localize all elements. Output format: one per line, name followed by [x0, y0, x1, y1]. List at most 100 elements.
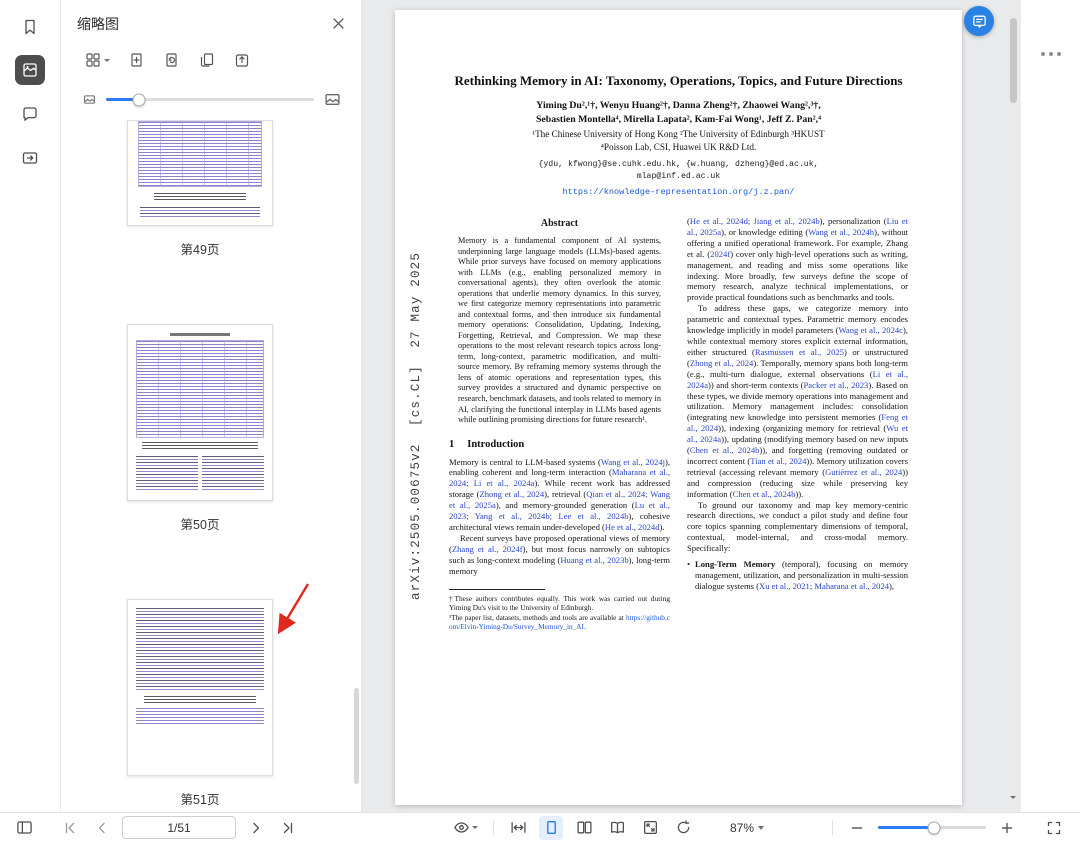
last-page-button[interactable]: [276, 816, 300, 840]
book-icon: [609, 819, 626, 836]
page-preview-text: [136, 708, 264, 724]
chevron-right-icon: [248, 820, 264, 836]
fit-page-icon: [642, 819, 659, 836]
thumbnail-page-49[interactable]: [127, 120, 273, 226]
two-page-view-button[interactable]: [572, 816, 596, 840]
bookmarks-button[interactable]: [15, 12, 45, 42]
zoom-out-button[interactable]: [845, 816, 869, 840]
extract-page-button[interactable]: [232, 50, 252, 70]
ai-assistant-button[interactable]: [964, 6, 994, 36]
panel-toolbar: [83, 50, 252, 70]
plus-icon: [1000, 821, 1014, 835]
page-preview-table: [136, 340, 264, 438]
slider-handle[interactable]: [133, 93, 146, 106]
view-mode-button[interactable]: [83, 50, 112, 70]
fit-width-button[interactable]: [506, 816, 530, 840]
paper-affiliations-line1: ¹The Chinese University of Hong Kong ²Th…: [395, 128, 962, 141]
more-options-button[interactable]: [1037, 48, 1065, 60]
paper-emails-line2: mlap@inf.ed.ac.uk: [395, 171, 962, 184]
paper-emails-line1: {ydu, kfwong}@se.cuhk.edu.hk, {w.huang, …: [395, 159, 962, 172]
col2-paragraph-3: To ground our taxonomy and map key memor…: [687, 500, 908, 555]
chevron-down-icon: [472, 826, 478, 829]
page-preview-heading: [170, 333, 230, 336]
left-column: Abstract Memory is a fundamental compone…: [449, 216, 670, 632]
zoom-slider-fill: [878, 826, 934, 829]
right-side-strip: [1020, 0, 1080, 812]
footnote-1-text: ¹The paper list, datasets, methods and t…: [449, 613, 624, 622]
rotate-icon: [675, 819, 692, 836]
dot-icon: [1041, 52, 1045, 56]
section-1-heading: 1 Introduction: [449, 439, 670, 450]
dot-icon: [1049, 52, 1053, 56]
bullet-marker: •: [687, 559, 690, 592]
panel-scrollbar[interactable]: [354, 688, 359, 784]
paper-authors-line1: Yiming Du²,¹†, Wenyu Huang²†, Danna Zhen…: [395, 99, 962, 114]
bullet-term: Long-Term Memory: [695, 559, 775, 569]
zoom-in-button[interactable]: [995, 816, 1019, 840]
close-panel-button[interactable]: [327, 12, 349, 34]
pdf-page[interactable]: arXiv:2505.00675v2 [cs.CL] 27 May 2025 R…: [395, 10, 962, 805]
intro-paragraph-2: Recent surveys have proposed operational…: [449, 533, 670, 577]
book-view-button[interactable]: [605, 816, 629, 840]
zoom-slider-handle[interactable]: [928, 821, 941, 834]
zoom-slider[interactable]: [878, 826, 986, 829]
section-number: 1: [449, 439, 454, 450]
paper-header: Rethinking Memory in AI: Taxonomy, Opera…: [395, 10, 962, 197]
intro-paragraph-1: Memory is central to LLM-based systems (…: [449, 457, 670, 533]
bullet-long-term-memory: • Long-Term Memory (temporal), focusing …: [687, 559, 908, 592]
document-viewer: arXiv:2505.00675v2 [cs.CL] 27 May 2025 R…: [361, 0, 1020, 812]
single-page-view-button[interactable]: [539, 816, 563, 840]
paper-authors-line2: Sebastien Montella⁴, Mirella Lapata², Ka…: [395, 113, 962, 128]
page-number-input[interactable]: 1/51: [122, 816, 236, 839]
viewer-scrollbar[interactable]: [1010, 18, 1017, 103]
thumbnails-button[interactable]: [15, 55, 45, 85]
previous-page-button[interactable]: [90, 816, 114, 840]
replace-page-button[interactable]: [162, 50, 182, 70]
section-title: Introduction: [467, 439, 524, 450]
col2-paragraph-2: To address these gaps, we categorize mem…: [687, 303, 908, 499]
next-page-button[interactable]: [244, 816, 268, 840]
thumbnail-label-50: 第50页: [181, 514, 220, 533]
extract-page-icon: [234, 52, 250, 68]
zoom-level-value: 87%: [730, 821, 754, 835]
paper-columns: Abstract Memory is a fundamental compone…: [449, 216, 908, 632]
fit-page-button[interactable]: [638, 816, 662, 840]
thumbnail-label-51: 第51页: [181, 789, 220, 808]
divider: [832, 820, 833, 835]
two-page-icon: [576, 819, 593, 836]
chevron-down-icon: [104, 59, 110, 62]
dot-icon: [1057, 52, 1061, 56]
toggle-sidebar-button[interactable]: [12, 816, 36, 840]
small-thumbnail-icon: [83, 93, 96, 106]
first-page-button[interactable]: [58, 816, 82, 840]
eye-icon: [453, 819, 470, 836]
grid-view-icon: [85, 52, 101, 68]
paper-affiliations-line2: ⁴Poisson Lab, CSI, Huawei UK R&D Ltd.: [395, 141, 962, 154]
paper-homepage-link[interactable]: https://knowledge-representation.org/j.z…: [395, 187, 962, 197]
read-mode-button[interactable]: [449, 816, 481, 840]
red-arrow-annotation: [268, 578, 314, 644]
thumbnail-size-slider[interactable]: [106, 98, 314, 101]
page-preview-text: [140, 207, 260, 219]
thumbnail-page-50[interactable]: [127, 324, 273, 501]
comments-button[interactable]: [15, 99, 45, 129]
insert-page-button[interactable]: [127, 50, 147, 70]
chevron-left-icon: [94, 820, 110, 836]
copy-page-button[interactable]: [197, 50, 217, 70]
scroll-down-arrow[interactable]: [1010, 799, 1016, 812]
page-preview-column-left: [136, 456, 198, 490]
col2-paragraph-1: (He et al., 2024d; Jiang et al., 2024b),…: [687, 216, 908, 303]
export-button[interactable]: [15, 143, 45, 173]
fullscreen-button[interactable]: [1042, 816, 1066, 840]
large-thumbnail-icon: [324, 91, 341, 108]
rotate-page-button[interactable]: [671, 816, 695, 840]
last-page-icon: [280, 820, 296, 836]
thumbnail-page-51[interactable]: [127, 599, 273, 776]
comment-icon: [21, 105, 39, 123]
panel-title: 缩略图: [77, 14, 119, 34]
zoom-level-dropdown[interactable]: 87%: [730, 821, 764, 835]
bookmark-icon: [21, 18, 39, 36]
translate-icon: [971, 13, 988, 30]
thumbnails-icon: [21, 61, 39, 79]
page-preview-caption: [154, 193, 246, 200]
